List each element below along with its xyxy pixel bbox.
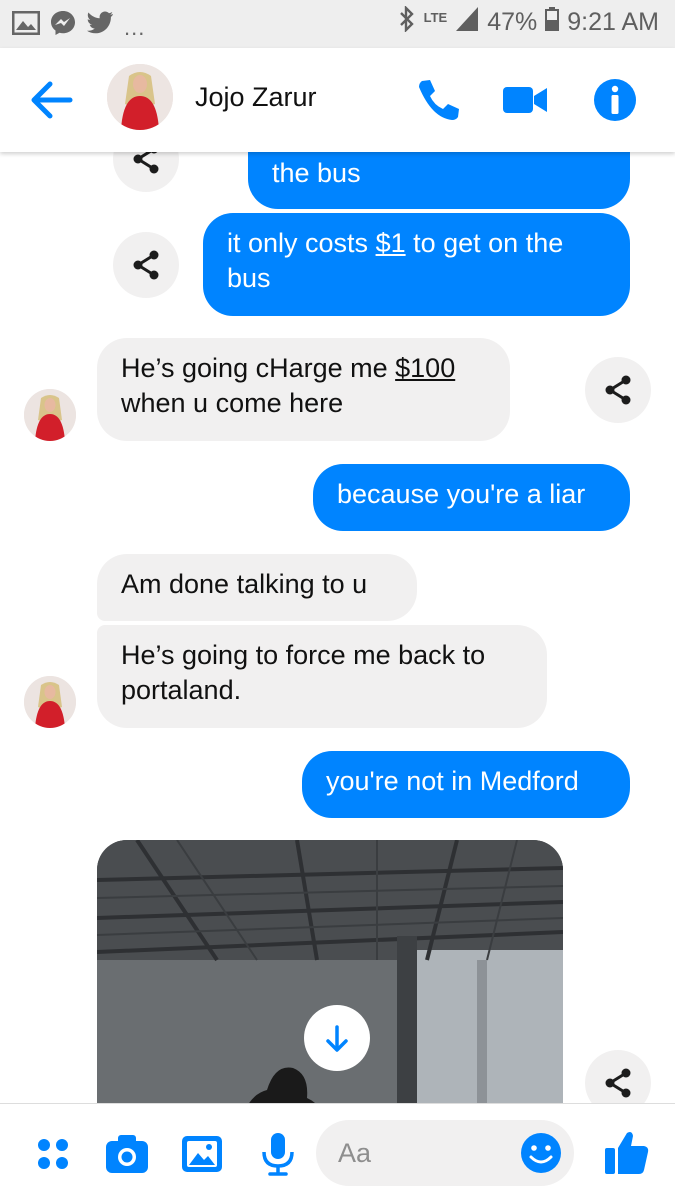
message-text: He’s going to force me back to portaland… [121,640,486,705]
share-message-button[interactable] [585,1050,651,1103]
message-list[interactable]: the bus it only costs $1 to get on the b… [0,152,675,1103]
like-button[interactable] [603,1128,649,1174]
emoji-icon [521,1133,561,1173]
status-bar: ... LTE 47% 9:21 AM [0,0,675,48]
message-text: it only costs [227,228,376,258]
more-icon [38,1139,68,1169]
share-icon [133,152,159,174]
more-options-button[interactable] [32,1132,76,1176]
contact-avatar-small[interactable] [24,676,76,728]
share-icon [133,250,159,280]
message-text: Am done talking to u [121,569,368,599]
messenger-notification-icon [50,10,76,41]
message-bubble-incoming[interactable]: He’s going cHarge me $100 when u come he… [97,338,510,441]
contact-avatar[interactable] [107,64,173,130]
emoji-button[interactable] [520,1132,562,1174]
back-arrow-icon [31,81,73,119]
status-time: 9:21 AM [567,8,659,36]
info-icon [594,79,636,121]
share-icon [605,1068,631,1098]
message-bubble-outgoing[interactable]: because you're a liar [313,464,630,531]
network-type-label: LTE [423,10,448,25]
back-button[interactable] [28,78,76,122]
share-message-button[interactable] [113,232,179,298]
microphone-icon [262,1133,294,1176]
camera-button[interactable] [105,1132,149,1176]
more-notifications-indicator: ... [124,14,146,40]
phone-icon [419,80,459,120]
video-camera-icon [503,87,547,113]
voice-call-button[interactable] [412,76,460,124]
signal-icon [455,6,479,39]
camera-icon [106,1135,148,1173]
message-bubble-incoming[interactable]: He’s going to force me back to portaland… [97,625,547,728]
message-text: because you're a liar [337,479,586,509]
thumbs-up-icon [605,1132,649,1174]
share-message-button[interactable] [585,357,651,423]
contact-avatar-small[interactable] [24,389,76,441]
share-icon [605,375,631,405]
battery-icon [545,7,560,38]
download-button[interactable] [304,1005,370,1071]
message-bubble-outgoing[interactable]: the bus [248,152,630,209]
message-bubble-outgoing[interactable]: you're not in Medford [302,751,630,818]
contact-name[interactable]: Jojo Zarur [195,82,317,113]
gallery-icon [182,1136,222,1172]
battery-percent: 47% [487,8,538,36]
message-text: you're not in Medford [326,766,579,796]
photo-message[interactable] [97,840,563,1103]
message-input-placeholder: Aa [338,1138,372,1168]
video-call-button[interactable] [501,76,549,124]
money-link[interactable]: $100 [395,353,455,383]
message-bubble-outgoing[interactable]: it only costs $1 to get on the bus [203,213,630,316]
message-text: when u come here [121,388,344,418]
conversation-header: Jojo Zarur [0,48,675,152]
message-bubble-incoming[interactable]: Am done talking to u [97,554,417,621]
gallery-button[interactable] [180,1132,224,1176]
message-input[interactable]: Aa [316,1120,574,1186]
money-link[interactable]: $1 [376,228,406,258]
voice-message-button[interactable] [256,1132,300,1176]
message-composer: Aa [0,1103,675,1200]
share-message-button[interactable] [113,152,179,192]
message-text: the bus [272,158,361,188]
download-arrow-icon [326,1025,348,1052]
twitter-notification-icon [86,11,114,40]
bluetooth-icon [398,5,416,39]
gallery-notification-icon [11,10,41,40]
message-text: He’s going cHarge me [121,353,396,383]
conversation-info-button[interactable] [591,76,639,124]
